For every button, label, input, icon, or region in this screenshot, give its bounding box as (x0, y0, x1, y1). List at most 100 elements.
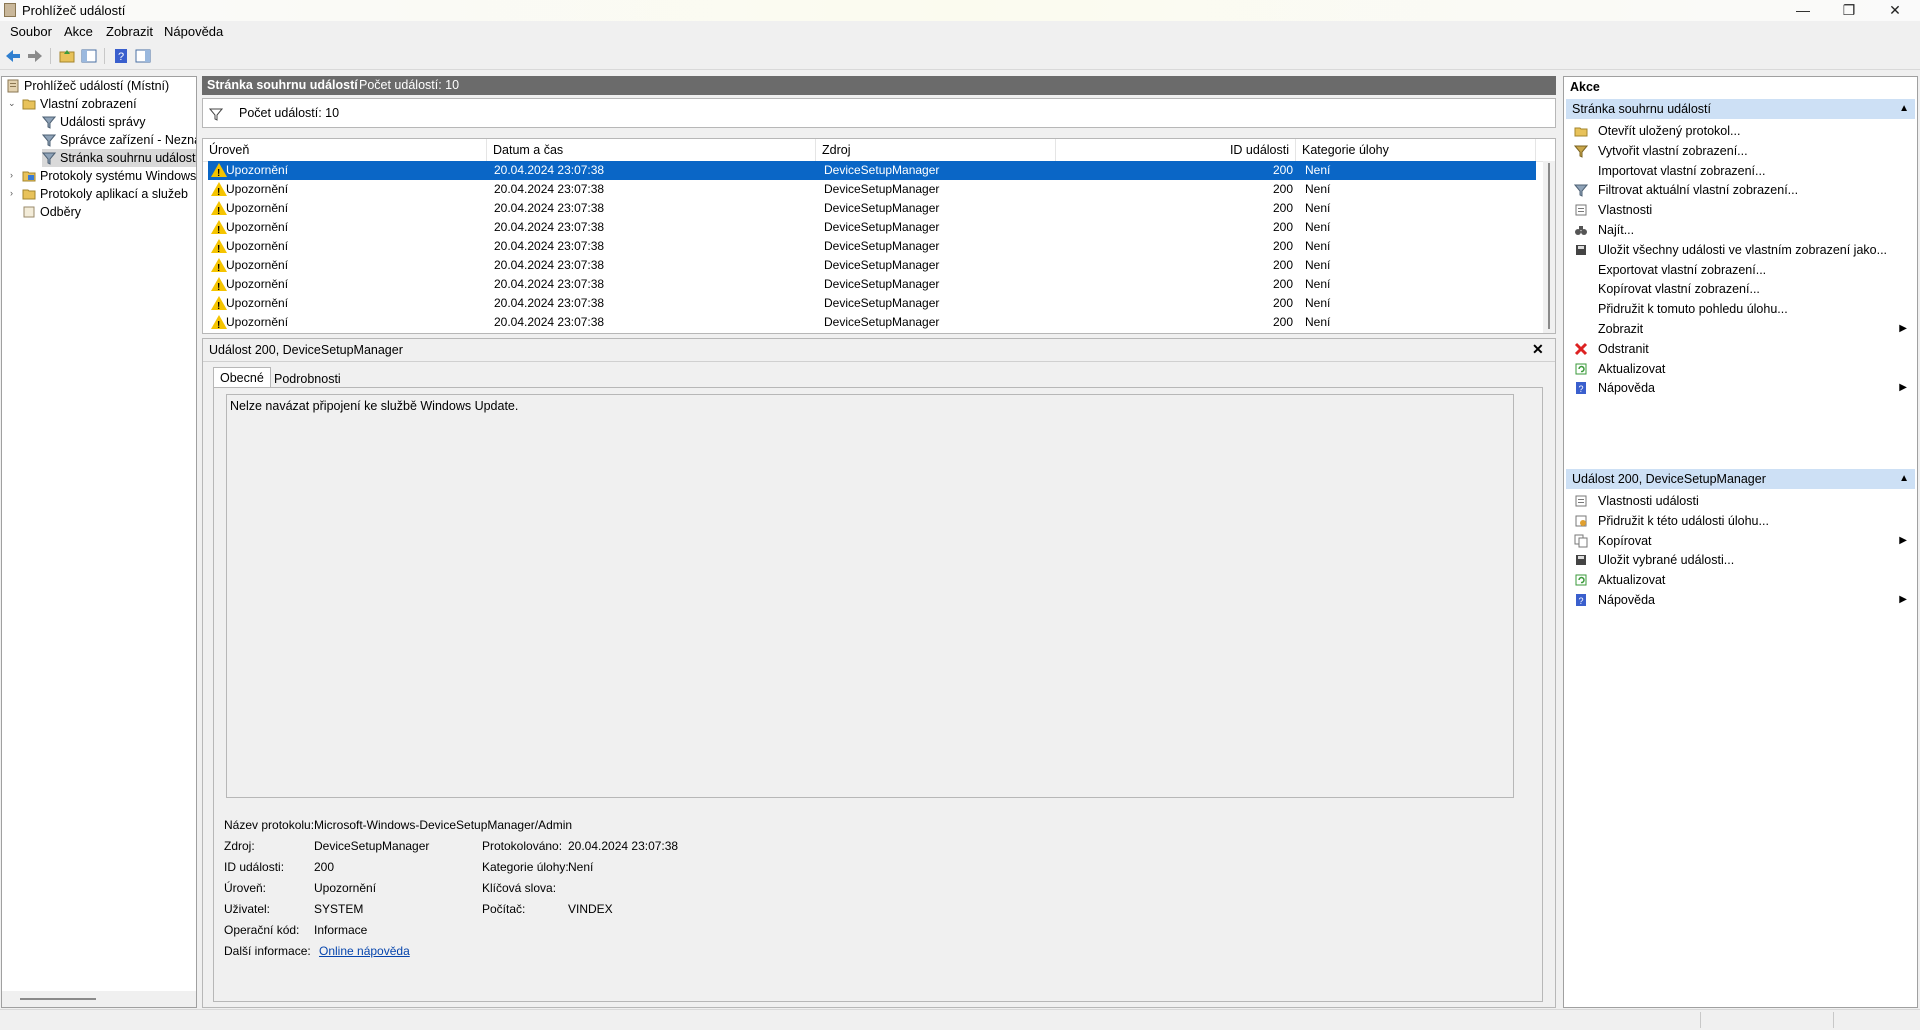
action-label: Vlastnosti (1598, 203, 1653, 218)
general-tab-panel: Nelze navázat připojení ke službě Window… (213, 387, 1543, 1002)
properties-icon (1575, 495, 1587, 507)
tree-label: Prohlížeč událostí (Místní) (24, 79, 170, 93)
show-action-pane-icon[interactable] (134, 47, 152, 65)
tree-item-custom-views[interactable]: Vlastní zobrazení (22, 95, 137, 113)
close-button[interactable]: ✕ (1872, 0, 1918, 21)
action-importovat-vlastn-zobrazen[interactable]: Importovat vlastní zobrazení... (1566, 161, 1915, 181)
menu-soubor[interactable]: Soubor (8, 24, 54, 39)
folder-up-icon[interactable] (58, 47, 76, 65)
table-row[interactable]: Upozornění 20.04.2024 23:07:38 DeviceSetup… (208, 294, 1536, 316)
column-header-date[interactable]: Datum a čas (487, 139, 816, 161)
table-row[interactable]: Upozornění 20.04.2024 23:07:38 DeviceSetup… (208, 199, 1536, 221)
action-zobrazit[interactable]: Zobrazit ▶ (1566, 319, 1915, 339)
source-label: Zdroj: (224, 839, 255, 853)
action-ulo-it-vybran-ud-losti[interactable]: Uložit vybrané události... (1566, 550, 1915, 570)
help-icon[interactable]: ? (112, 47, 130, 65)
date-cell: 20.04.2024 23:07:38 (494, 296, 605, 310)
collapse-icon[interactable]: ⌄ (8, 98, 16, 109)
date-cell: 20.04.2024 23:07:38 (494, 182, 605, 196)
filter-create-icon (1574, 145, 1588, 158)
help-icon: ? (1576, 594, 1586, 606)
tab-general[interactable]: Obecné (213, 367, 271, 388)
actions-section-event[interactable]: Událost 200, DeviceSetupManager ▲ (1566, 469, 1915, 489)
action-vlastnosti[interactable]: Vlastnosti (1566, 200, 1915, 220)
action-aktualizovat[interactable]: Aktualizovat (1566, 359, 1915, 379)
table-row[interactable]: Upozornění 20.04.2024 23:07:38 DeviceSetup… (208, 161, 1536, 183)
forward-arrow-icon[interactable] (26, 47, 44, 65)
tree-item-windows-logs[interactable]: Protokoly systému Windows (22, 167, 196, 185)
scrollbar-thumb[interactable] (1548, 163, 1550, 329)
action-n-pov-da[interactable]: ? Nápověda ▶ (1566, 590, 1915, 610)
action-kop-rovat[interactable]: Kopírovat ▶ (1566, 531, 1915, 551)
section-label: Událost 200, DeviceSetupManager (1572, 472, 1766, 486)
tree-item-summary-page[interactable]: Stránka souhrnu událostí (42, 149, 196, 167)
expand-icon[interactable]: › (10, 188, 13, 198)
action-n-pov-da[interactable]: ? Nápověda ▶ (1566, 378, 1915, 398)
action-vytvo-it-vlastn-zobrazen[interactable]: Vytvořit vlastní zobrazení... (1566, 141, 1915, 161)
source-cell: DeviceSetupManager (824, 277, 940, 291)
windows-logs-icon (22, 171, 36, 182)
collapse-arrow-icon[interactable]: ▲ (1899, 99, 1909, 119)
action-filtrovat-aktu-ln-vlastn-zobrazen[interactable]: Filtrovat aktuální vlastní zobrazení... (1566, 180, 1915, 200)
horizontal-scrollbar[interactable] (2, 991, 196, 1007)
table-row[interactable]: Upozornění 20.04.2024 23:07:38 DeviceSetup… (208, 313, 1536, 333)
expand-icon[interactable]: › (10, 170, 13, 180)
scrollbar-thumb[interactable] (20, 998, 96, 1000)
filter-icon (42, 152, 56, 165)
section-label: Stránka souhrnu událostí (1572, 102, 1711, 116)
menu-akce[interactable]: Akce (62, 24, 95, 39)
more-info-label: Další informace: (224, 944, 311, 958)
menu-napoveda[interactable]: Nápověda (162, 24, 225, 39)
column-header-event-id[interactable]: ID události (1056, 139, 1296, 161)
tree-item-app-logs[interactable]: Protokoly aplikací a služeb (22, 185, 188, 203)
action-naj-t[interactable]: Najít... (1566, 220, 1915, 240)
table-row[interactable]: Upozornění 20.04.2024 23:07:38 DeviceSetup… (208, 180, 1536, 202)
event-id-cell: 200 (1272, 201, 1293, 215)
column-header-task-category[interactable]: Kategorie úlohy (1296, 139, 1536, 161)
action-label: Uložit vybrané události... (1598, 553, 1735, 568)
table-row[interactable]: Upozornění 20.04.2024 23:07:38 DeviceSetup… (208, 237, 1536, 259)
action-odstranit[interactable]: Odstranit (1566, 339, 1915, 359)
minimize-button[interactable]: — (1780, 0, 1826, 21)
filter-count: Počet událostí: 10 (239, 106, 340, 120)
tree-item-subscriptions[interactable]: Odběry (22, 203, 81, 221)
action-exportovat-vlastn-zobrazen[interactable]: Exportovat vlastní zobrazení... (1566, 260, 1915, 280)
action-vlastnosti-ud-losti[interactable]: Vlastnosti události (1566, 491, 1915, 511)
table-row[interactable]: Upozornění 20.04.2024 23:07:38 DeviceSetup… (208, 218, 1536, 240)
table-row[interactable]: Upozornění 20.04.2024 23:07:38 DeviceSetup… (208, 256, 1536, 278)
maximize-button[interactable]: ❐ (1826, 0, 1872, 21)
action-kop-rovat-vlastn-zobrazen[interactable]: Kopírovat vlastní zobrazení... (1566, 279, 1915, 299)
task-category-cell: Není (1305, 315, 1331, 329)
table-row[interactable]: Upozornění 20.04.2024 23:07:38 DeviceSetup… (208, 275, 1536, 297)
actions-section-summary[interactable]: Stránka souhrnu událostí ▲ (1566, 99, 1915, 119)
event-viewer-app-icon (4, 3, 16, 17)
task-icon (1575, 515, 1587, 527)
opcode-value: Informace (314, 923, 368, 937)
delete-icon (1574, 342, 1588, 355)
action-p-idru-it-k-t-to-ud-losti-lohu[interactable]: Přidružit k této události úlohu... (1566, 511, 1915, 531)
status-separator (1833, 1012, 1834, 1028)
task-category-cell: Není (1305, 296, 1331, 310)
close-detail-icon[interactable]: ✕ (1532, 341, 1544, 358)
tab-details[interactable]: Podrobnosti (268, 369, 347, 389)
level-cell: Upozornění (226, 220, 289, 234)
column-header-level[interactable]: Úroveň (203, 139, 487, 161)
action-ulo-it-v-echny-ud-losti-ve-vlastn-m-zobrazen-jako[interactable]: Uložit všechny události ve vlastním zobr… (1566, 240, 1915, 260)
vertical-scrollbar[interactable] (1543, 161, 1555, 333)
online-help-link[interactable]: Online nápověda (319, 944, 410, 958)
show-hide-tree-icon[interactable] (80, 47, 98, 65)
action-p-idru-it-k-tomuto-pohledu-lohu[interactable]: Přidružit k tomuto pohledu úlohu... (1566, 299, 1915, 319)
collapse-arrow-icon[interactable]: ▲ (1899, 469, 1909, 489)
tree-item-admin-events[interactable]: Události správy (42, 113, 145, 131)
action-aktualizovat[interactable]: Aktualizovat (1566, 570, 1915, 590)
back-arrow-icon[interactable] (4, 47, 22, 65)
action-otev-t-ulo-en-protokol[interactable]: Otevřít uložený protokol... (1566, 121, 1915, 141)
tree-item-root[interactable]: Prohlížeč událostí (Místní) (6, 77, 169, 95)
tree-item-device-manager[interactable]: Správce zařízení - Neznámé (42, 131, 196, 149)
event-message-box[interactable]: Nelze navázat připojení ke službě Window… (226, 394, 1514, 798)
task-category-cell: Není (1305, 277, 1331, 291)
source-cell: DeviceSetupManager (824, 182, 940, 196)
event-message: Nelze navázat připojení ke službě Window… (230, 399, 519, 413)
column-header-source[interactable]: Zdroj (816, 139, 1056, 161)
menu-zobrazit[interactable]: Zobrazit (104, 24, 155, 39)
